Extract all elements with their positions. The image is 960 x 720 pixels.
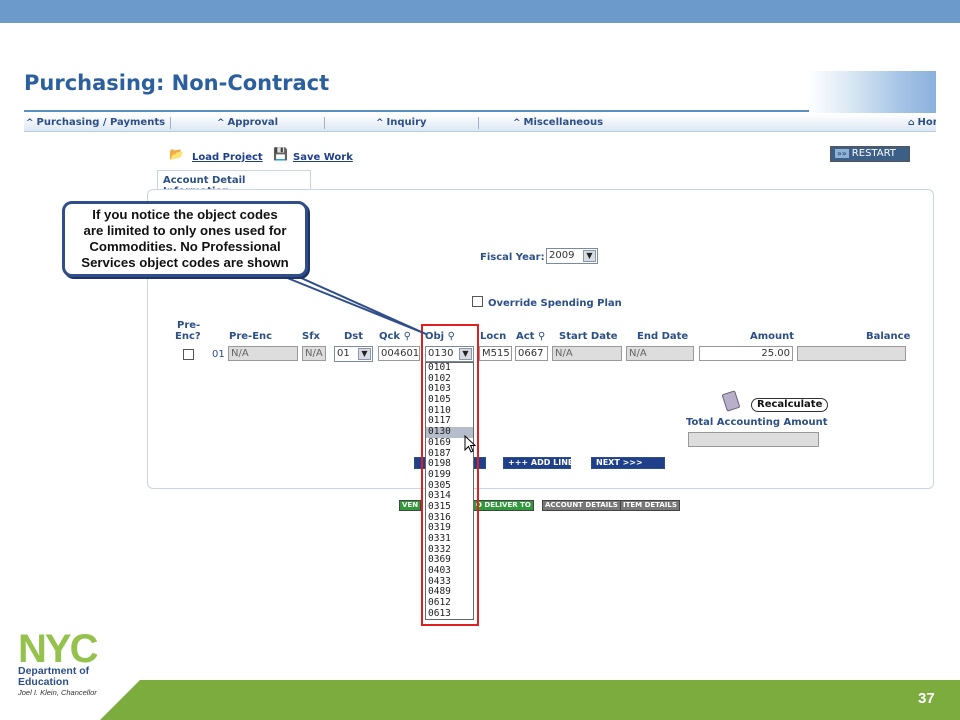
top-bar — [0, 0, 960, 23]
slide: Purchasing: Non-Contract ^ Purchasing / P… — [0, 0, 960, 720]
callout-line: If you notice the object codes — [92, 207, 278, 222]
callout-line: are limited to only ones used for — [83, 223, 287, 238]
application-screenshot: Purchasing: Non-Contract ^ Purchasing / P… — [24, 71, 936, 627]
callout-pointer — [269, 262, 427, 335]
bottom-bar — [100, 680, 960, 720]
callout-line: Services object codes are shown — [81, 255, 289, 270]
logo-nyc: NYC — [18, 627, 98, 671]
page-number: 37 — [918, 690, 935, 707]
callout-line: Commodities. No Professional — [89, 239, 281, 254]
callout-note: If you notice the object codes are limit… — [62, 201, 308, 277]
